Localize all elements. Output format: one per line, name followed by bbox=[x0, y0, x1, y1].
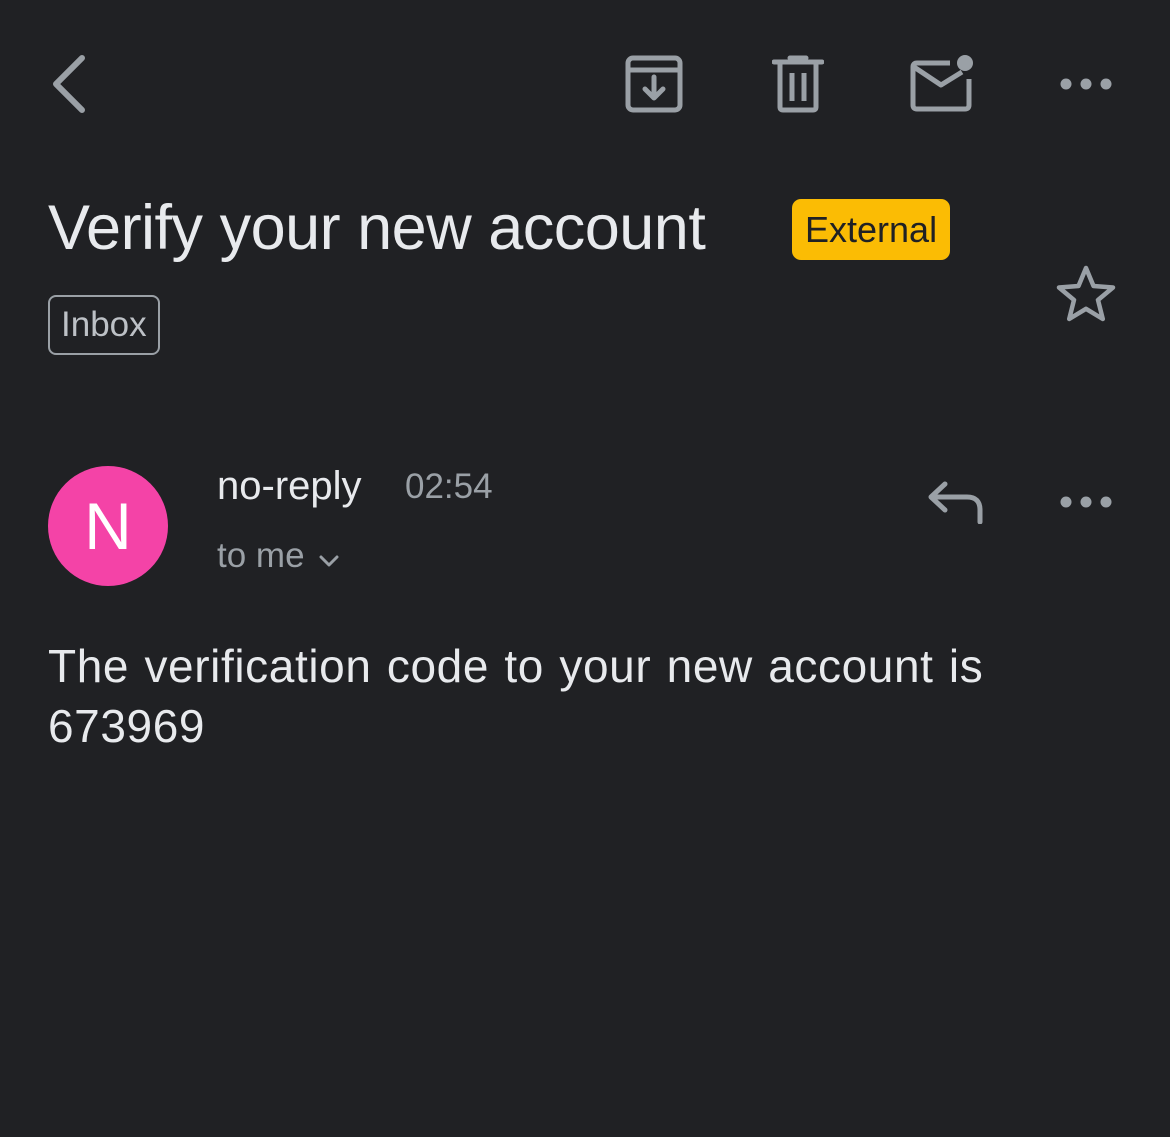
mark-unread-button[interactable] bbox=[898, 44, 988, 124]
archive-icon bbox=[625, 55, 683, 113]
chevron-down-icon bbox=[319, 533, 339, 579]
more-horizontal-icon bbox=[1060, 77, 1112, 91]
external-badge: External bbox=[792, 199, 951, 260]
star-button[interactable] bbox=[1050, 258, 1122, 330]
delete-button[interactable] bbox=[756, 44, 840, 124]
recipients-label: to me bbox=[217, 536, 305, 575]
mail-unread-icon bbox=[910, 55, 976, 113]
recipients-details-toggle[interactable]: to me bbox=[217, 533, 339, 579]
back-button[interactable] bbox=[36, 44, 100, 124]
reply-button[interactable] bbox=[916, 466, 996, 538]
chevron-left-icon bbox=[46, 52, 90, 116]
archive-button[interactable] bbox=[612, 44, 696, 124]
trash-icon bbox=[772, 55, 824, 113]
reply-icon bbox=[927, 480, 985, 524]
sender-avatar: N bbox=[48, 466, 168, 586]
star-outline-icon bbox=[1055, 264, 1117, 324]
more-options-button[interactable] bbox=[1048, 44, 1124, 124]
message-time: 02:54 bbox=[405, 467, 493, 506]
message-more-options-button[interactable] bbox=[1048, 466, 1124, 538]
message-body: The verification code to your new accoun… bbox=[48, 640, 984, 752]
email-subject: Verify your new account bbox=[48, 193, 706, 263]
inbox-label-chip[interactable]: Inbox bbox=[48, 295, 160, 355]
more-horizontal-icon bbox=[1060, 495, 1112, 509]
sender-name: no-reply bbox=[217, 464, 362, 508]
